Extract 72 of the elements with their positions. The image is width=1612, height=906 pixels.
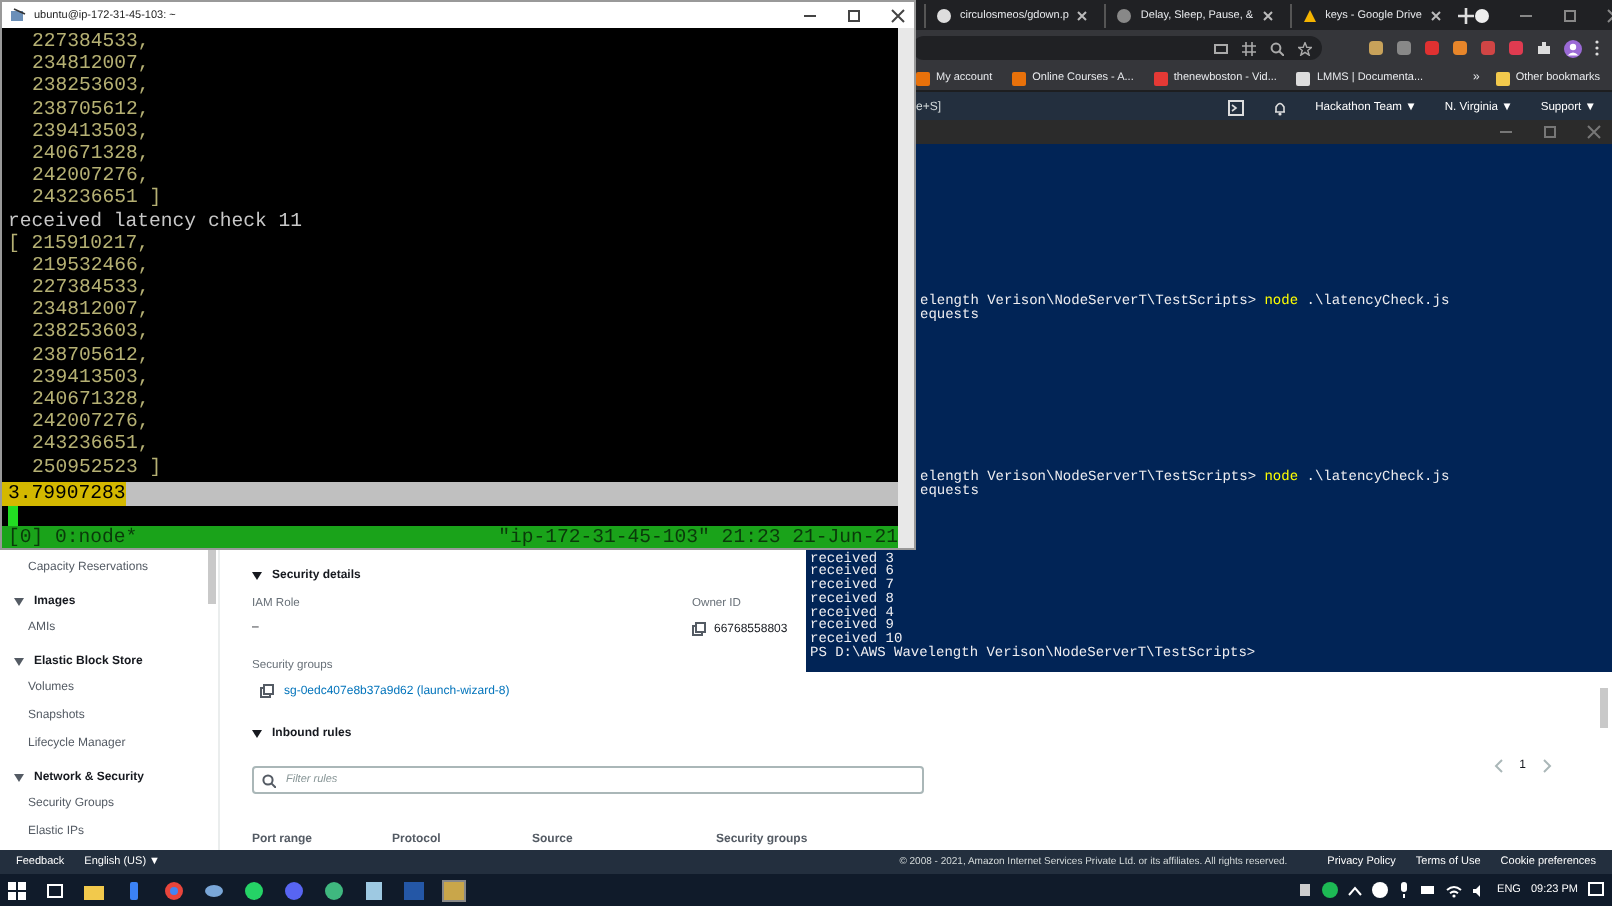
- bookmark-favicon-icon: [916, 71, 930, 85]
- terminal-line: 227384533,: [30, 30, 152, 53]
- new-tab-icon[interactable]: [1457, 7, 1474, 23]
- terminal-line: 219532466,: [30, 253, 152, 277]
- scrollbar[interactable]: [208, 544, 216, 604]
- highlighted-text: 3.79907283: [2, 482, 126, 506]
- copy-icon[interactable]: [260, 684, 274, 698]
- search-icon: [262, 774, 276, 788]
- terminal-line: 243236651,: [30, 432, 152, 456]
- microphone-icon[interactable]: [1397, 882, 1410, 898]
- bookmark-favicon-icon: [1296, 71, 1311, 85]
- terminal-line: 242007276,: [30, 164, 152, 187]
- terminal-line: 238253603,: [30, 74, 152, 98]
- maximize-icon[interactable]: [1561, 7, 1578, 23]
- app-tray-icon[interactable]: [1297, 882, 1312, 898]
- close-icon[interactable]: [1261, 9, 1274, 21]
- windows-logo-icon[interactable]: [8, 881, 26, 899]
- caret-icon: [252, 730, 262, 738]
- terminal-line: 238253603,: [30, 320, 152, 344]
- grid-icon[interactable]: [1242, 41, 1256, 55]
- notification-icon[interactable]: [1588, 882, 1604, 898]
- tab-favicon-icon: [1116, 7, 1133, 23]
- puzzle-icon[interactable]: [1536, 40, 1552, 56]
- status-window-list: [0] 0:node*: [8, 526, 138, 548]
- terminal-line: [ 215910217,: [6, 231, 152, 254]
- profile-icon[interactable]: [1473, 7, 1490, 23]
- caret-icon: [14, 598, 24, 606]
- more-icon[interactable]: [1594, 40, 1600, 56]
- terminal-app-icon: [10, 7, 26, 23]
- terminal-line: 227384533,: [30, 276, 152, 299]
- cloudshell-icon[interactable]: [1227, 100, 1244, 116]
- close-icon[interactable]: [890, 7, 906, 23]
- chevron-up-icon[interactable]: [1347, 885, 1362, 895]
- star-icon[interactable]: [1298, 41, 1312, 55]
- cursor: [8, 506, 18, 526]
- terminal-line: 239413503,: [30, 119, 152, 142]
- tab-favicon-icon: [936, 7, 952, 23]
- folder-icon[interactable]: [84, 881, 104, 899]
- terminal-line: 242007276,: [30, 410, 152, 433]
- circle-icon[interactable]: [1371, 882, 1388, 898]
- terminal-line: 234812007,: [30, 52, 152, 75]
- caret-icon: [14, 658, 24, 666]
- scrollbar[interactable]: [898, 28, 914, 548]
- wifi-icon[interactable]: [1445, 883, 1462, 897]
- terminal-line: 250952523 ]: [30, 455, 164, 478]
- status-host-time: "ip-172-31-45-103" 21:23 21-Jun-21: [498, 526, 898, 548]
- caret-icon: [252, 572, 262, 580]
- zoom-icon[interactable]: [1270, 41, 1284, 55]
- task-view-icon[interactable]: [46, 881, 64, 899]
- caret-icon: [14, 774, 24, 782]
- tab-favicon-icon: [1301, 7, 1318, 23]
- terminal-line: received latency check 11: [6, 209, 304, 232]
- terminal-line: 240671328,: [30, 388, 152, 411]
- battery-icon[interactable]: [1419, 884, 1436, 896]
- terminal-line: 240671328,: [30, 141, 152, 165]
- maximize-icon[interactable]: [846, 7, 862, 23]
- terminal-line: 238705612,: [30, 97, 152, 120]
- terminal-line: 239413503,: [30, 365, 152, 388]
- terminal-line: 234812007,: [30, 298, 152, 321]
- terminal-line: 238705612,: [30, 343, 152, 366]
- bell-icon[interactable]: [1271, 100, 1288, 116]
- close-icon[interactable]: [1076, 9, 1089, 21]
- terminal-line: 243236651 ]: [30, 186, 164, 209]
- bookmark-favicon-icon: [1012, 71, 1027, 85]
- close-icon[interactable]: [1429, 9, 1442, 21]
- avatar-icon[interactable]: [1564, 39, 1582, 57]
- address-bar[interactable]: [912, 36, 1322, 60]
- bookmark-favicon-icon: [1153, 71, 1168, 85]
- copy-icon[interactable]: [692, 622, 706, 636]
- folder-icon: [1495, 71, 1510, 85]
- screen-icon[interactable]: [1214, 41, 1228, 55]
- scrollbar[interactable]: [1600, 688, 1608, 728]
